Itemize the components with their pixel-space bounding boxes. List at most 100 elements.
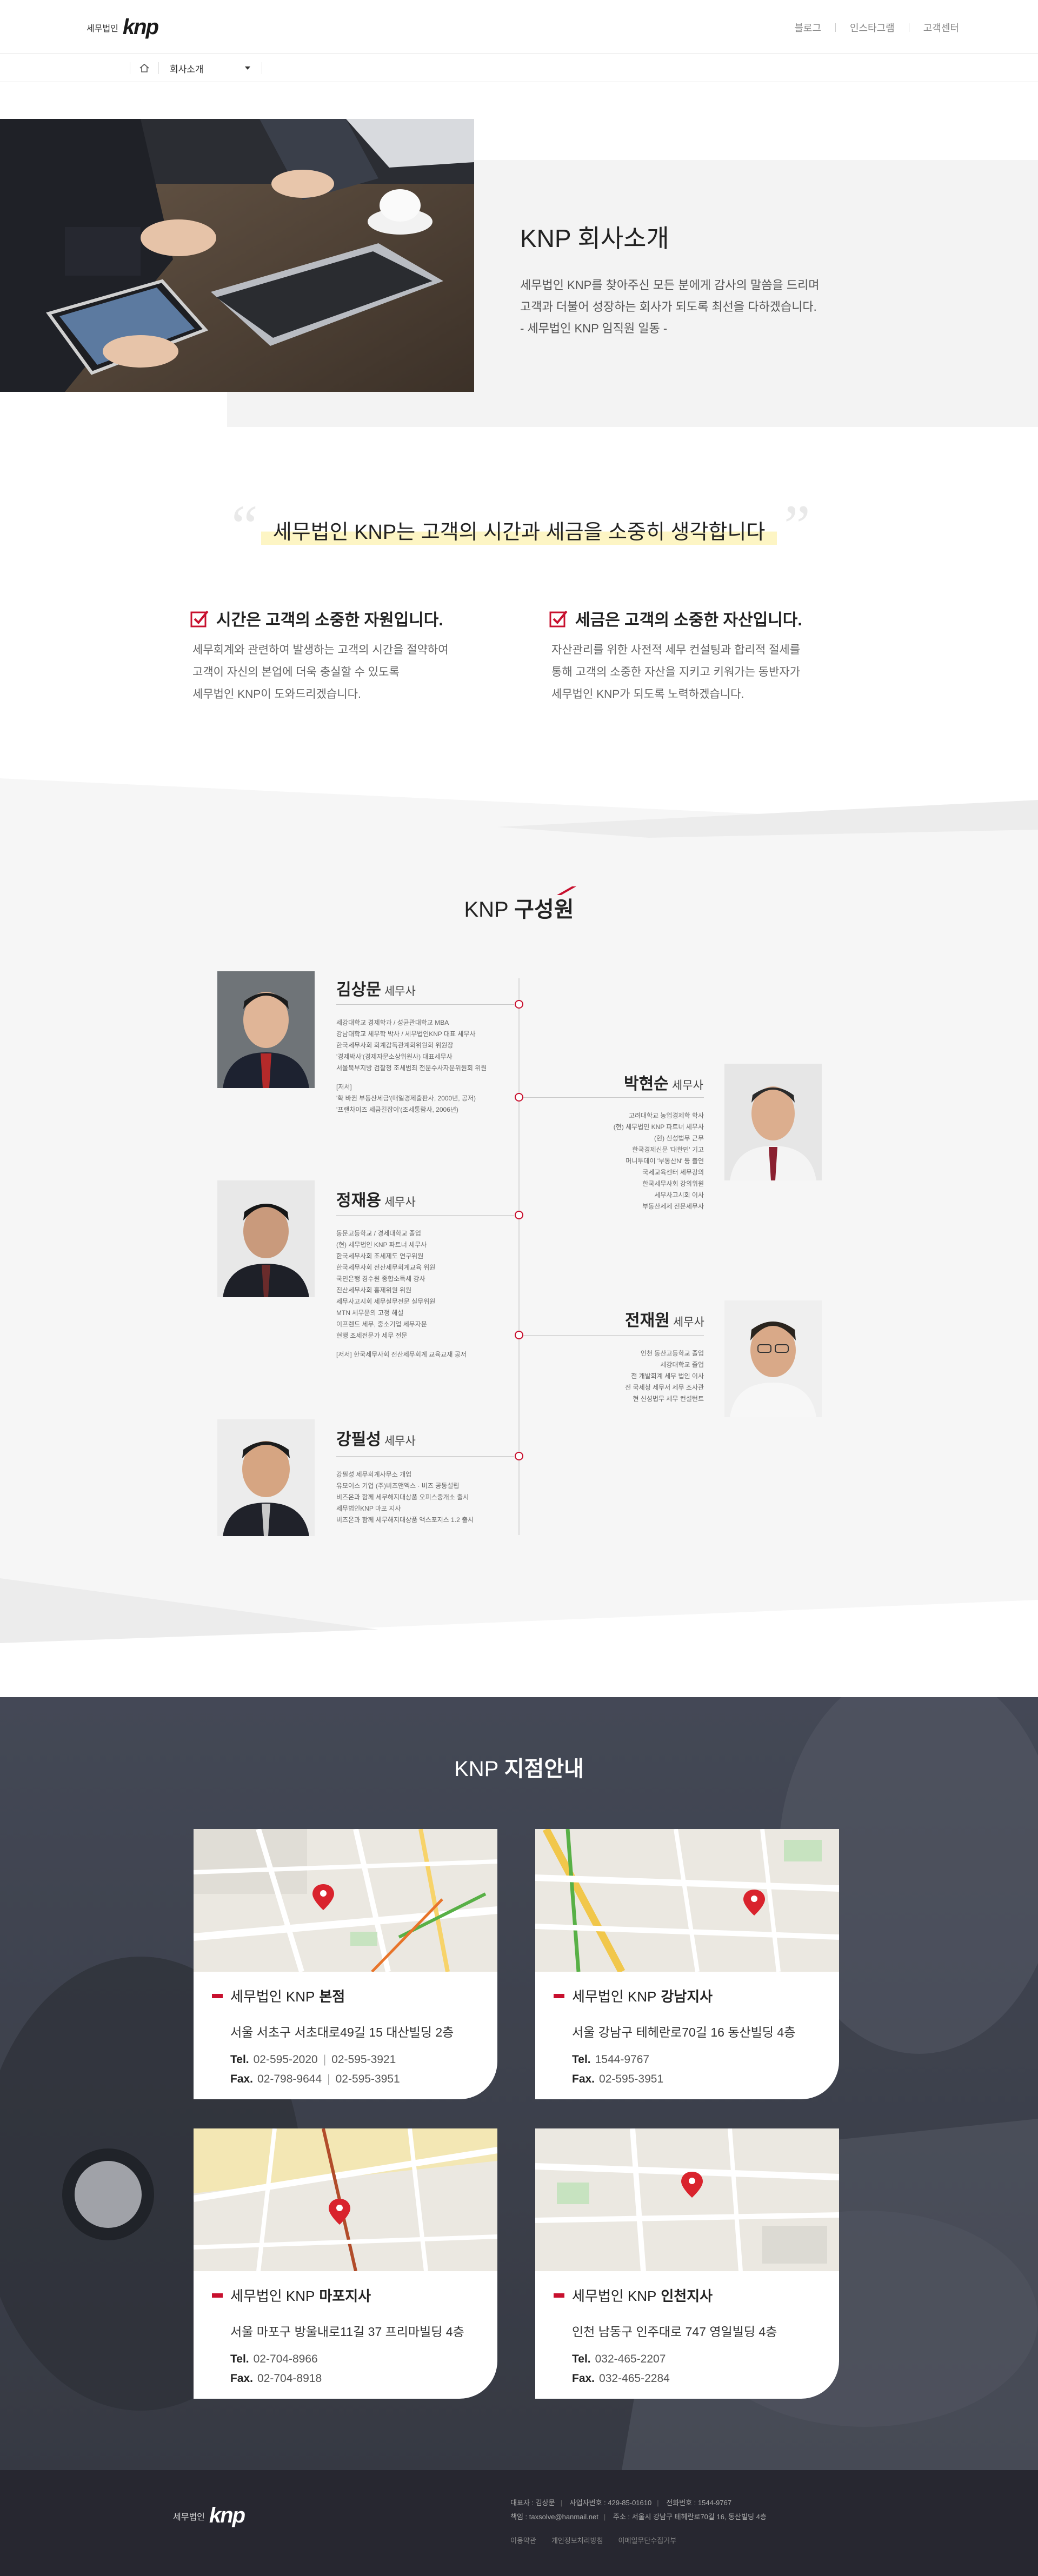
title-accent-icon xyxy=(557,886,576,895)
branch-info: 세무법인 KNP 인천지사 인천 남동구 인주대로 747 영일빌딩 4층 Tel… xyxy=(554,2285,777,2385)
branch-card[interactable]: 세무법인 KNP 마포지사 서울 마포구 방울내로11길 37 프리마빌딩 4층 … xyxy=(194,2128,497,2399)
avatar xyxy=(217,1180,315,1297)
branch-map[interactable] xyxy=(194,2128,497,2271)
footer-company-info: 대표자 : 김상문 | 사업자번호 : 429-85-01610 | 전화번호 : … xyxy=(510,2499,767,2521)
member-name: 박현순 세무사 xyxy=(624,1075,703,1093)
timeline-connector xyxy=(336,1004,514,1005)
member-name: 정재용 세무사 xyxy=(336,1192,416,1210)
member-career: 동문고등학교 / 경제대학교 졸업 (현) 세무법인 KNP 파트너 세무사 한국세… xyxy=(336,1230,467,1358)
checkbox-icon xyxy=(190,610,209,628)
member-career: 고려대학교 농업경제학 학사 (현) 세무법인 KNP 파트너 세무사 (현) 신성… xyxy=(613,1112,704,1210)
footer-logo[interactable]: 세무법인 knp xyxy=(173,2504,245,2528)
feature-time: 시간은 고객의 소중한 자원입니다. 세무회계와 관련하여 발생하는 고객의 시… xyxy=(190,606,449,700)
branch-address: 인천 남동구 인주대로 747 영일빌딩 4층 xyxy=(572,2325,777,2339)
logo-mark: knp xyxy=(209,2504,245,2527)
branch-map[interactable] xyxy=(535,1829,839,1972)
branch-fax: Fax. 032-465-2284 xyxy=(572,2372,670,2385)
branch-address: 서울 서초구 서초대로49길 15 대산빌딩 2층 xyxy=(230,2025,454,2039)
branch-tel: Tel. 02-704-8966 xyxy=(230,2353,318,2365)
footer-address: 주소 : 서울시 강남구 테헤란로70길 16, 동산빌딩 4층 xyxy=(613,2513,767,2521)
branch-card[interactable]: 세무법인 KNP 본점 서울 서초구 서초대로49길 15 대산빌딩 2층 Tel… xyxy=(194,1829,497,2099)
footer-phone: 전화번호 : 1544-9767 xyxy=(666,2499,732,2507)
footer-biz-number: 사업자번호 : 429-85-01610 xyxy=(569,2499,652,2507)
branch-fax: Fax. 02-798-9644 | 02-595-3951 xyxy=(230,2073,400,2085)
feature-line: 통해 고객의 소중한 자산을 지키고 키워가는 동반자가 xyxy=(551,666,801,678)
branch-map[interactable] xyxy=(535,2128,839,2271)
breadcrumb-current: 회사소개 xyxy=(170,64,204,75)
breadcrumb-dropdown[interactable]: 회사소개 xyxy=(159,54,262,82)
member-name: 강필성 세무사 xyxy=(336,1431,416,1449)
logo-mark: knp xyxy=(122,15,159,39)
chevron-down-icon xyxy=(245,66,250,70)
top-nav: 블로그 인스타그램 고객센터 xyxy=(780,21,973,35)
timeline-connector xyxy=(523,1097,704,1098)
timeline-connector xyxy=(336,1215,514,1216)
feature-line: 세무법인 KNP가 되도록 노력하겠습니다. xyxy=(551,688,744,700)
member-career: 세강대학교 경제학과 / 성균관대학교 MBA 강남대학교 세무학 박사 / 세무… xyxy=(336,1019,487,1113)
branch-address: 서울 강남구 테헤란로70길 16 동산빌딩 4층 xyxy=(572,2025,796,2039)
footer-ceo: 대표자 : 김상문 xyxy=(510,2499,555,2507)
member-name: 전재원 세무사 xyxy=(625,1312,704,1330)
timeline-dot xyxy=(515,1331,523,1339)
site-header: 세무법인 knp 블로그 인스타그램 고객센터 xyxy=(0,0,1038,54)
branch-info: 세무법인 KNP 마포지사 서울 마포구 방울내로11길 37 프리마빌딩 4층 … xyxy=(212,2285,464,2385)
footer-links: 이용약관 개인정보처리방침 이메일무단수집거부 xyxy=(510,2535,676,2545)
timeline-dot xyxy=(515,1452,523,1460)
member-career: 강필성 세무회계사무소 개업 유모어스 기업 (주)비즈앤엑스 · 비즈 공동설립… xyxy=(336,1471,474,1524)
timeline-connector xyxy=(336,1456,514,1457)
checkbox-icon xyxy=(549,610,568,628)
branch-card[interactable]: 세무법인 KNP 강남지사 서울 강남구 테헤란로70길 16 동산빌딩 4층 T… xyxy=(535,1829,839,2099)
avatar xyxy=(217,971,315,1088)
feature-line: 자산관리를 위한 사전적 세무 컨설팅과 합리적 절세를 xyxy=(551,644,801,656)
avatar xyxy=(217,1419,315,1536)
branch-fax: Fax. 02-595-3951 xyxy=(572,2073,664,2085)
timeline-dot xyxy=(515,1000,523,1009)
member-career: 인천 동산고등학교 졸업 세강대학교 졸업 전 개발회계 세무 법인 이사 전 국세청… xyxy=(625,1350,704,1403)
branch-name: 세무법인 KNP 본점 xyxy=(212,1986,454,2006)
footer-privacy-link[interactable]: 개인정보처리방침 xyxy=(551,2535,603,2545)
member-name: 김상문 세무사 xyxy=(336,981,416,999)
footer-terms-link[interactable]: 이용약관 xyxy=(510,2535,536,2545)
intro-line: 고객과 더불어 성장하는 회사가 되도록 최선을 다하겠습니다. xyxy=(520,300,817,313)
nav-support-link[interactable]: 고객센터 xyxy=(909,21,973,35)
intro-line: 세무법인 KNP를 찾아주신 모든 분에게 감사의 말씀을 드리며 xyxy=(520,278,820,292)
logo-small-text: 세무법인 xyxy=(86,24,118,34)
branch-tel: Tel. 1544-9767 xyxy=(572,2053,650,2066)
nav-blog-link[interactable]: 블로그 xyxy=(780,21,835,35)
intro-line: - 세무법인 KNP 임직원 일동 - xyxy=(520,322,668,335)
breadcrumb: 회사소개 xyxy=(0,54,1038,82)
feature-line: 고객이 자신의 본업에 더욱 충실할 수 있도록 xyxy=(192,666,400,678)
site-footer: 세무법인 knp 대표자 : 김상문 | 사업자번호 : 429-85-01610… xyxy=(0,2470,1038,2576)
branch-name: 세무법인 KNP 마포지사 xyxy=(212,2285,464,2305)
home-icon[interactable] xyxy=(130,54,158,82)
feature-line: 세무법인 KNP이 도와드리겠습니다. xyxy=(192,688,361,700)
avatar xyxy=(724,1300,822,1417)
avatar xyxy=(724,1064,822,1180)
feature-line: 세무회계와 관련하여 발생하는 고객의 시간을 절약하여 xyxy=(192,644,449,656)
branch-name: 세무법인 KNP 인천지사 xyxy=(554,2285,777,2305)
branch-map[interactable] xyxy=(194,1829,497,1972)
branch-address: 서울 마포구 방울내로11길 37 프리마빌딩 4층 xyxy=(230,2325,464,2339)
footer-email: 책임 : taxsolve@hanmail.net xyxy=(510,2513,598,2521)
branches-title: KNP 지점안내 xyxy=(454,1757,584,1781)
branch-card[interactable]: 세무법인 KNP 인천지사 인천 남동구 인주대로 747 영일빌딩 4층 Tel… xyxy=(535,2128,839,2399)
timeline-connector xyxy=(523,1335,704,1336)
site-logo[interactable]: 세무법인 knp xyxy=(86,15,159,39)
branches-background xyxy=(0,1697,1038,2470)
timeline-dot xyxy=(515,1211,523,1219)
timeline-dot xyxy=(515,1093,523,1102)
nav-instagram-link[interactable]: 인스타그램 xyxy=(836,21,909,35)
branch-name: 세무법인 KNP 강남지사 xyxy=(554,1986,795,2006)
meeting-photo xyxy=(0,119,474,392)
slogan-text: 세무법인 KNP는 고객의 시간과 세금을 소중히 생각합니다 xyxy=(261,515,777,545)
members-title: KNP 구성원 xyxy=(464,898,574,922)
logo-small-text: 세무법인 xyxy=(173,2512,205,2522)
feature-tax: 세금은 고객의 소중한 자산입니다. 자산관리를 위한 사전적 세무 컨설팅과 … xyxy=(549,606,802,700)
feature-title: 세금은 고객의 소중한 자산입니다. xyxy=(575,611,802,629)
branch-fax: Fax. 02-704-8918 xyxy=(230,2372,322,2385)
slogan: 세무법인 KNP는 고객의 시간과 세금을 소중히 생각합니다 xyxy=(0,515,1038,545)
branch-tel: Tel. 02-595-2020 | 02-595-3921 xyxy=(230,2053,396,2066)
footer-email-policy-link[interactable]: 이메일무단수집거부 xyxy=(618,2535,677,2545)
intro-title: KNP 회사소개 xyxy=(520,224,669,252)
branch-info: 세무법인 KNP 본점 서울 서초구 서초대로49길 15 대산빌딩 2층 Tel… xyxy=(212,1986,454,2086)
